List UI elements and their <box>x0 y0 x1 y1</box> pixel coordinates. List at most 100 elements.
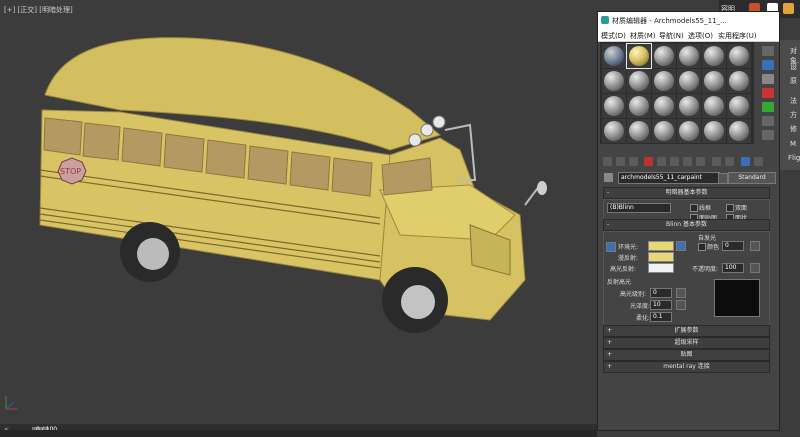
rollout-extended-params[interactable]: + 扩展参数 <box>603 325 770 337</box>
material-toolbar <box>600 155 778 169</box>
rollout-toggle-icon: - <box>607 189 610 196</box>
command-item[interactable]: M <box>790 140 796 148</box>
command-item[interactable]: 法 <box>790 96 797 106</box>
material-slot[interactable] <box>677 44 701 68</box>
two-sided-label: 双面 <box>735 205 748 212</box>
axis-gizmo <box>5 396 18 410</box>
sample-type-icon[interactable] <box>762 46 774 56</box>
go-to-parent-icon[interactable] <box>741 157 750 166</box>
specular-color-swatch[interactable] <box>648 263 674 273</box>
put-to-library-icon[interactable] <box>683 157 692 166</box>
two-sided-checkbox[interactable] <box>726 204 734 212</box>
opacity-map-button[interactable] <box>750 263 760 273</box>
menu-options[interactable]: 选项(O) <box>688 31 713 41</box>
school-bus-model[interactable]: STOP <box>20 30 560 360</box>
material-slot[interactable] <box>677 69 701 93</box>
track-bar[interactable] <box>0 430 597 437</box>
show-map-icon[interactable] <box>712 157 721 166</box>
diffuse-label: 漫反射: <box>618 255 639 262</box>
rollout-mental-ray[interactable]: + mental ray 连接 <box>603 361 770 373</box>
material-editor-titlebar[interactable]: 材质编辑器 - Archmodels55_11_... <box>598 12 779 29</box>
command-panel[interactable]: 对象... 设 原 法 方 修 M Flight <box>778 40 800 170</box>
menu-utilities[interactable]: 实用程序(U) <box>718 31 757 41</box>
material-name-field[interactable]: archmodels55_11_carpaint <box>618 172 720 184</box>
background-icon[interactable] <box>762 74 774 84</box>
command-item[interactable]: 修 <box>790 124 797 134</box>
material-slot[interactable] <box>677 119 701 143</box>
soften-value[interactable]: 0.1 <box>650 312 672 322</box>
command-item[interactable]: 原 <box>790 76 797 86</box>
rollout-maps[interactable]: + 贴图 <box>603 349 770 361</box>
rollout-blinn-basic[interactable]: - Blinn 基本参数 <box>603 219 770 231</box>
self-illum-color-checkbox[interactable] <box>698 243 706 251</box>
opacity-value[interactable]: 100 <box>722 263 744 273</box>
lock-ambient-icon[interactable] <box>606 242 616 252</box>
material-slot[interactable] <box>727 69 751 93</box>
material-slot[interactable] <box>652 94 676 118</box>
material-id-icon[interactable] <box>696 157 705 166</box>
pick-material-icon[interactable] <box>604 173 613 182</box>
material-slot[interactable] <box>602 69 626 93</box>
material-slot[interactable] <box>652 44 676 68</box>
help-icon[interactable] <box>783 3 794 14</box>
material-slot[interactable] <box>727 44 751 68</box>
glossiness-map-button[interactable] <box>676 300 686 310</box>
material-slot[interactable] <box>677 94 701 118</box>
material-slot[interactable] <box>702 119 726 143</box>
material-slot[interactable] <box>652 119 676 143</box>
self-illum-value[interactable]: 0 <box>722 241 744 251</box>
spec-level-map-button[interactable] <box>676 288 686 298</box>
material-slot[interactable] <box>602 44 626 68</box>
diffuse-color-swatch[interactable] <box>648 252 674 262</box>
menu-navigation[interactable]: 导航(N) <box>659 31 684 41</box>
make-preview-icon[interactable] <box>762 116 774 126</box>
reset-map-icon[interactable] <box>644 157 653 166</box>
command-item[interactable]: Flight <box>788 154 800 162</box>
backlight-icon[interactable] <box>762 60 774 70</box>
make-unique-icon[interactable] <box>670 157 679 166</box>
material-slot[interactable] <box>627 69 651 93</box>
video-color-icon[interactable] <box>762 102 774 112</box>
uv-tiling-icon[interactable] <box>762 88 774 98</box>
rollout-toggle-icon: - <box>607 221 610 228</box>
name-dropdown-icon[interactable] <box>718 173 728 184</box>
rollout-toggle-icon: + <box>607 339 613 346</box>
shader-type-dropdown[interactable]: (B)Blinn <box>607 203 671 213</box>
material-slot[interactable] <box>727 119 751 143</box>
rollout-shader-basic[interactable]: - 明暗器基本参数 <box>603 187 770 199</box>
glossiness-value[interactable]: 10 <box>650 300 672 310</box>
highlight-curve-graph <box>714 279 760 317</box>
wire-label: 线框 <box>699 205 712 212</box>
material-slot[interactable] <box>627 119 651 143</box>
show-end-result-icon[interactable] <box>725 157 734 166</box>
menu-mode[interactable]: 模式(D) <box>601 31 626 41</box>
material-slot[interactable] <box>702 44 726 68</box>
material-slot[interactable] <box>602 94 626 118</box>
copy-material-icon[interactable] <box>657 157 666 166</box>
material-slot[interactable] <box>602 119 626 143</box>
material-slot[interactable] <box>702 69 726 93</box>
wire-checkbox[interactable] <box>690 204 698 212</box>
material-type-button[interactable]: Standard <box>728 172 776 184</box>
spec-level-value[interactable]: 0 <box>650 288 672 298</box>
go-forward-sibling-icon[interactable] <box>754 157 763 166</box>
command-item[interactable]: 方 <box>790 110 797 120</box>
material-slot[interactable] <box>652 69 676 93</box>
menu-material[interactable]: 材质(M) <box>630 31 656 41</box>
viewport-label[interactable]: [+] [正交] [明暗处理] <box>4 5 73 15</box>
put-to-scene-icon[interactable] <box>616 157 625 166</box>
material-editor-window[interactable]: 材质编辑器 - Archmodels55_11_... 模式(D) 材质(M) … <box>597 11 780 431</box>
material-slot[interactable] <box>627 94 651 118</box>
get-material-icon[interactable] <box>603 157 612 166</box>
rollout-supersampling[interactable]: + 超级采样 <box>603 337 770 349</box>
command-item[interactable]: 设 <box>790 62 797 72</box>
material-slot[interactable] <box>702 94 726 118</box>
specular-highlights-label: 反射高光 <box>607 279 632 286</box>
options-icon[interactable] <box>762 130 774 140</box>
ambient-color-swatch[interactable] <box>648 241 674 251</box>
self-illum-map-button[interactable] <box>750 241 760 251</box>
assign-to-selection-icon[interactable] <box>629 157 638 166</box>
material-slot-selected[interactable] <box>626 43 652 69</box>
material-slot[interactable] <box>727 94 751 118</box>
lock-diffuse-icon[interactable] <box>676 241 686 251</box>
